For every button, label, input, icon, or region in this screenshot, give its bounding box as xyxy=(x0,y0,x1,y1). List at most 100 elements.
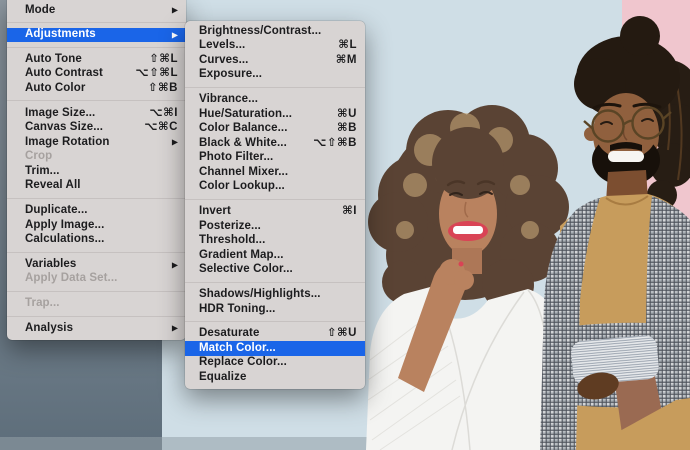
menu-item-label: Variables xyxy=(25,257,77,270)
floor-ledge xyxy=(0,437,372,450)
menu-item-reveal-all[interactable]: Reveal All xyxy=(7,179,186,194)
menu-item-label: Hue/Saturation... xyxy=(199,107,293,120)
menu-item-color-lookup[interactable]: Color Lookup... xyxy=(185,180,365,195)
menu-item-label: Adjustments xyxy=(25,28,96,41)
menu-item-label: Gradient Map... xyxy=(199,248,284,261)
menu-item-color-balance[interactable]: Color Balance... ⌘B xyxy=(185,122,365,137)
menu-item-label: Calculations... xyxy=(25,233,105,246)
menu-item-hdr-toning[interactable]: HDR Toning... xyxy=(185,302,365,317)
menu-item-mode[interactable]: Mode ▶ xyxy=(7,3,186,18)
menu-shortcut: ⌥⇧⌘B xyxy=(313,136,357,149)
menu-item-duplicate[interactable]: Duplicate... xyxy=(7,204,186,219)
menu-item-gradient-map[interactable]: Gradient Map... xyxy=(185,248,365,263)
photoshop-canvas: Mode ▶ Adjustments ▶ Auto Tone ⇧⌘L Auto Contra… xyxy=(0,0,690,450)
menu-item-label: Canvas Size... xyxy=(25,121,104,134)
menu-item-label: Posterize... xyxy=(199,219,261,232)
menu-item-posterize[interactable]: Posterize... xyxy=(185,219,365,234)
menu-item-label: Photo Filter... xyxy=(199,151,274,164)
menu-item-label: Mode xyxy=(25,3,56,16)
menu-item-label: Apply Image... xyxy=(25,218,105,231)
menu-shortcut: ⌘M xyxy=(335,53,357,66)
menu-separator xyxy=(7,198,186,200)
menu-item-threshold[interactable]: Threshold... xyxy=(185,234,365,249)
menu-item-brightness-contrast[interactable]: Brightness/Contrast... xyxy=(185,24,365,39)
menu-item-canvas-size[interactable]: Canvas Size... ⌥⌘C xyxy=(7,121,186,136)
woman-teeth xyxy=(453,226,483,234)
menu-item-calculations[interactable]: Calculations... xyxy=(7,233,186,248)
menu-item-auto-tone[interactable]: Auto Tone ⇧⌘L xyxy=(7,52,186,67)
menu-item-exposure[interactable]: Exposure... xyxy=(185,68,365,83)
menu-item-label: Black & White... xyxy=(199,136,287,149)
submenu-arrow-icon: ▶ xyxy=(171,260,178,270)
menu-item-desaturate[interactable]: Desaturate ⇧⌘U xyxy=(185,327,365,342)
menu-item-label: Vibrance... xyxy=(199,92,259,105)
menu-item-variables[interactable]: Variables ▶ xyxy=(7,257,186,272)
menu-item-match-color[interactable]: Match Color... xyxy=(185,341,365,356)
menu-item-label: Trim... xyxy=(25,164,60,177)
menu-item-label: Crop xyxy=(25,150,53,163)
menu-item-adjustments[interactable]: Adjustments ▶ xyxy=(7,27,186,43)
menu-item-analysis[interactable]: Analysis ▶ xyxy=(7,321,186,336)
menu-item-curves[interactable]: Curves... ⌘M xyxy=(185,53,365,68)
menu-item-hue-saturation[interactable]: Hue/Saturation... ⌘U xyxy=(185,107,365,122)
menu-item-label: Image Size... xyxy=(25,106,96,119)
menu-item-label: HDR Toning... xyxy=(199,302,276,315)
menu-separator xyxy=(7,100,186,102)
woman-fist xyxy=(454,270,474,290)
menu-shortcut: ⌘L xyxy=(338,39,357,52)
woman-fringe xyxy=(432,127,504,199)
menu-separator xyxy=(185,86,365,88)
adjustments-submenu: Brightness/Contrast... Levels... ⌘L Curves.… xyxy=(185,21,365,390)
menu-item-label: Shadows/Highlights... xyxy=(199,288,321,301)
menu-item-vibrance[interactable]: Vibrance... xyxy=(185,92,365,107)
menu-shortcut: ⌘U xyxy=(337,107,357,120)
menu-separator xyxy=(7,22,186,24)
menu-item-label: Exposure... xyxy=(199,68,263,81)
menu-shortcut: ⇧⌘B xyxy=(147,81,178,94)
menu-item-equalize[interactable]: Equalize xyxy=(185,370,365,385)
menu-item-selective-color[interactable]: Selective Color... xyxy=(185,263,365,278)
menu-item-photo-filter[interactable]: Photo Filter... xyxy=(185,151,365,166)
menu-shortcut: ⌥⇧⌘L xyxy=(135,67,178,80)
menu-item-trap: Trap... xyxy=(7,297,186,312)
menu-item-auto-color[interactable]: Auto Color ⇧⌘B xyxy=(7,81,186,96)
menu-item-invert[interactable]: Invert ⌘I xyxy=(185,205,365,220)
menu-item-label: Analysis xyxy=(25,321,74,334)
menu-item-label: Equalize xyxy=(199,371,247,384)
menu-item-image-size[interactable]: Image Size... ⌥⌘I xyxy=(7,106,186,121)
menu-item-label: Levels... xyxy=(199,39,246,52)
menu-item-image-rotation[interactable]: Image Rotation ▶ xyxy=(7,135,186,150)
menu-item-label: Duplicate... xyxy=(25,204,88,217)
menu-item-label: Auto Contrast xyxy=(25,67,103,80)
menu-item-levels[interactable]: Levels... ⌘L xyxy=(185,39,365,54)
menu-shortcut: ⇧⌘L xyxy=(149,52,178,65)
menu-shortcut: ⌘B xyxy=(337,122,357,135)
menu-shortcut: ⇧⌘U xyxy=(326,327,357,340)
menu-separator xyxy=(185,282,365,283)
menu-item-label: Brightness/Contrast... xyxy=(199,24,322,37)
menu-item-label: Color Balance... xyxy=(199,122,288,135)
menu-item-crop: Crop xyxy=(7,150,186,165)
menu-item-trim[interactable]: Trim... xyxy=(7,164,186,179)
submenu-arrow-icon: ▶ xyxy=(171,30,178,40)
menu-item-black-white[interactable]: Black & White... ⌥⇧⌘B xyxy=(185,136,365,151)
menu-item-channel-mixer[interactable]: Channel Mixer... xyxy=(185,165,365,180)
menu-item-label: Trap... xyxy=(25,297,60,310)
menu-item-label: Reveal All xyxy=(25,179,81,192)
menu-separator xyxy=(7,291,186,292)
menu-item-label: Image Rotation xyxy=(25,135,110,148)
menu-item-replace-color[interactable]: Replace Color... xyxy=(185,356,365,371)
menu-item-shadows-highlights[interactable]: Shadows/Highlights... xyxy=(185,288,365,303)
image-menu: Mode ▶ Adjustments ▶ Auto Tone ⇧⌘L Auto Contra… xyxy=(7,0,186,340)
menu-shortcut: ⌥⌘C xyxy=(144,121,178,134)
menu-item-label: Replace Color... xyxy=(199,356,287,369)
menu-item-label: Desaturate xyxy=(199,327,260,340)
man-teeth xyxy=(608,151,644,162)
menu-item-auto-contrast[interactable]: Auto Contrast ⌥⇧⌘L xyxy=(7,67,186,82)
menu-item-label: Auto Color xyxy=(25,81,86,94)
menu-separator xyxy=(185,321,365,323)
menu-item-apply-image[interactable]: Apply Image... xyxy=(7,218,186,233)
menu-item-apply-data-set: Apply Data Set... xyxy=(7,272,186,287)
menu-shortcut: ⌥⌘I xyxy=(149,106,178,119)
menu-separator xyxy=(7,46,186,48)
